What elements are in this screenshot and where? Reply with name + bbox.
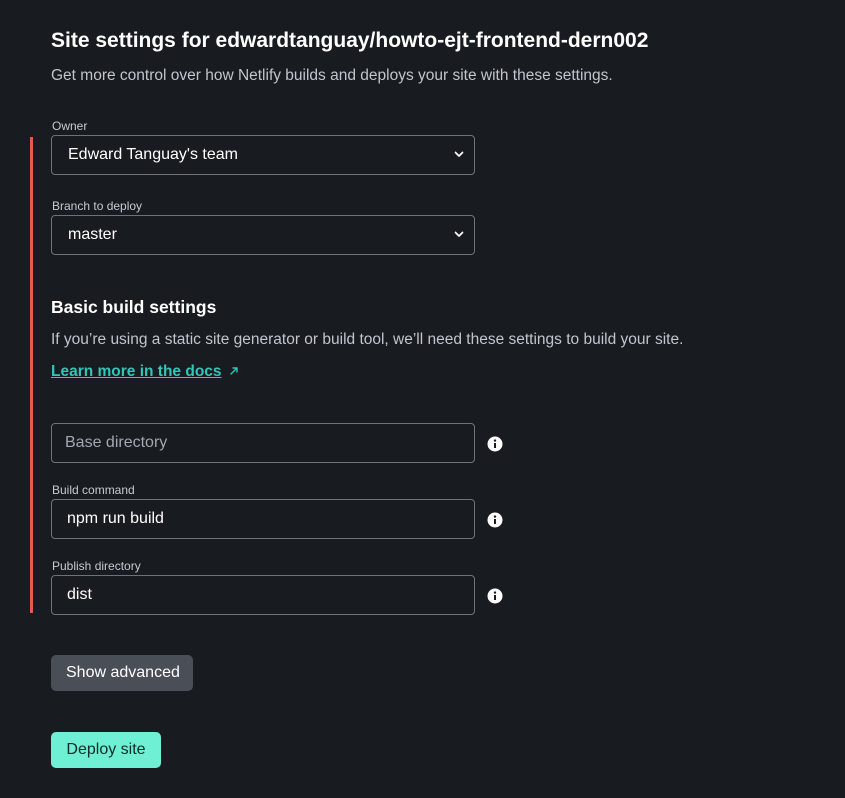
owner-label: Owner	[52, 119, 88, 133]
build-settings-title: Basic build settings	[51, 297, 217, 317]
owner-select[interactable]: Edward Tanguay's team	[51, 135, 475, 175]
info-icon[interactable]	[487, 588, 503, 604]
site-settings-page: Site settings for edwardtanguay/howto-ej…	[0, 0, 845, 798]
base-directory-placeholder: Base directory	[65, 434, 168, 451]
build-command-label: Build command	[52, 483, 135, 497]
build-settings-description: If you’re using a static site generator …	[51, 331, 684, 348]
docs-link[interactable]: Learn more in the docs	[51, 363, 222, 381]
publish-directory-label: Publish directory	[52, 559, 141, 573]
publish-directory-input[interactable]: dist	[51, 575, 475, 615]
page-subtitle: Get more control over how Netlify builds…	[51, 67, 613, 84]
owner-select-value: Edward Tanguay's team	[68, 146, 238, 163]
base-directory-input[interactable]: Base directory	[51, 423, 475, 463]
publish-directory-value: dist	[67, 586, 92, 603]
external-link-icon	[230, 367, 238, 375]
branch-label: Branch to deploy	[52, 199, 143, 213]
section-accent-bar	[30, 137, 33, 613]
chevron-down-icon	[454, 231, 464, 237]
page-title: Site settings for edwardtanguay/howto-ej…	[51, 29, 649, 52]
branch-select[interactable]: master	[51, 215, 475, 255]
info-icon[interactable]	[487, 512, 503, 528]
show-advanced-button[interactable]: Show advanced	[51, 655, 193, 691]
info-icon[interactable]	[487, 436, 503, 452]
chevron-down-icon	[454, 151, 464, 157]
build-command-value: npm run build	[67, 510, 164, 527]
deploy-site-button[interactable]: Deploy site	[51, 732, 161, 768]
build-command-input[interactable]: npm run build	[51, 499, 475, 539]
branch-select-value: master	[68, 226, 117, 243]
